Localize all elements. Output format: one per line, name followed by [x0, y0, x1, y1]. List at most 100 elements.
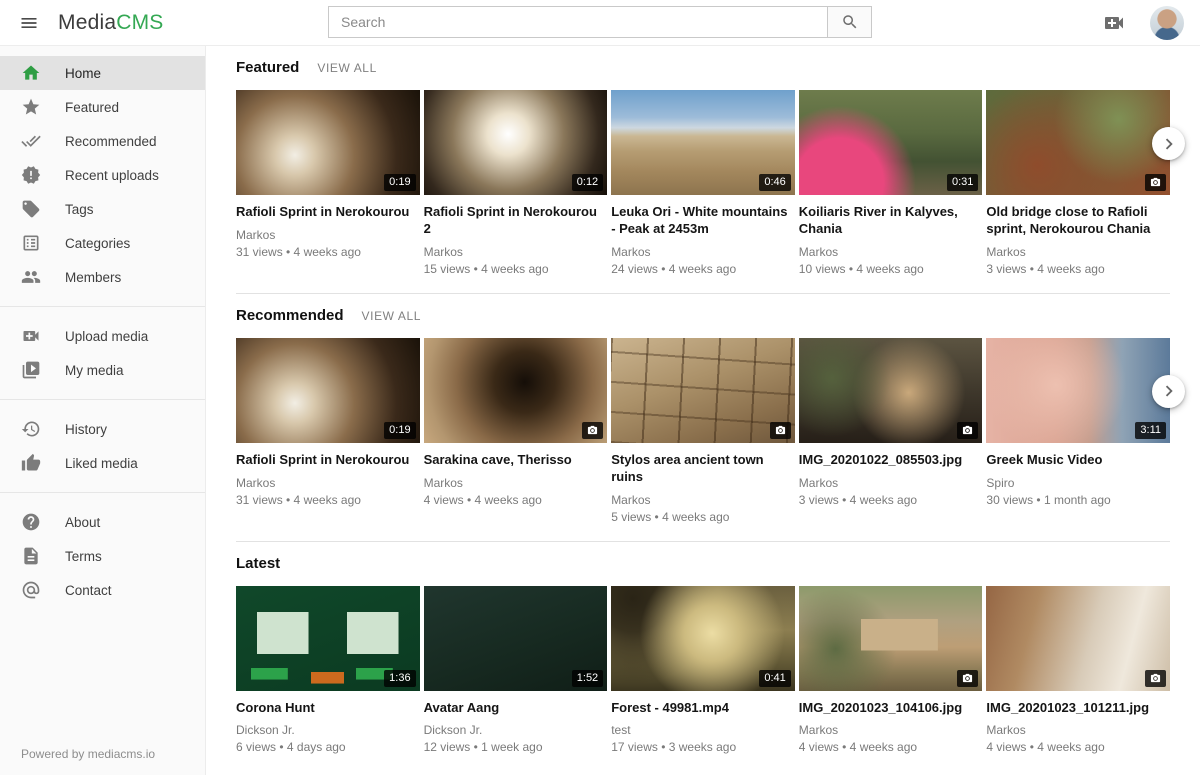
sidebar-item-label: Recent uploads — [65, 168, 159, 183]
media-views-date: 5 views • 4 weeks ago — [611, 510, 795, 524]
new-releases-icon — [21, 165, 41, 185]
media-title[interactable]: IMG_20201022_085503.jpg — [799, 452, 983, 469]
sidebar-item-home[interactable]: Home — [0, 56, 205, 90]
sidebar-item-terms[interactable]: Terms — [0, 539, 205, 573]
media-thumbnail[interactable]: 3:11 — [986, 338, 1170, 443]
sidebar-item-my-media[interactable]: My media — [0, 353, 205, 387]
image-badge — [1145, 174, 1166, 191]
cards-grid: 0:19Rafioli Sprint in NerokourouMarkos31… — [236, 338, 1170, 541]
media-thumbnail[interactable] — [986, 586, 1170, 691]
avatar[interactable] — [1150, 6, 1184, 40]
sidebar-item-categories[interactable]: Categories — [0, 226, 205, 260]
camera-icon — [587, 425, 598, 436]
image-badge — [1145, 670, 1166, 687]
media-card: Sarakina cave, TherissoMarkos4 views • 4… — [424, 338, 608, 541]
media-author[interactable]: Markos — [611, 493, 795, 507]
media-title[interactable]: IMG_20201023_101211.jpg — [986, 700, 1170, 717]
media-author[interactable]: test — [611, 723, 795, 737]
media-title[interactable]: Sarakina cave, Therisso — [424, 452, 608, 469]
sidebar-item-tags[interactable]: Tags — [0, 192, 205, 226]
logo-cms: CMS — [116, 11, 163, 34]
media-thumbnail[interactable] — [424, 338, 608, 443]
media-author[interactable]: Markos — [236, 228, 420, 242]
sidebar-item-history[interactable]: History — [0, 412, 205, 446]
media-views-date: 30 views • 1 month ago — [986, 493, 1170, 507]
search-button[interactable] — [827, 6, 872, 38]
sidebar-item-recent-uploads[interactable]: Recent uploads — [0, 158, 205, 192]
media-card: Old bridge close to Rafioli sprint, Nero… — [986, 90, 1170, 293]
media-title[interactable]: Leuka Ori - White mountains - Peak at 24… — [611, 204, 795, 238]
section-title: Featured — [236, 59, 299, 76]
view-all-link[interactable]: VIEW ALL — [317, 61, 377, 75]
media-author[interactable]: Markos — [611, 245, 795, 259]
duration-badge: 0:19 — [384, 174, 415, 191]
section-latest: Latest1:36Corona HuntDickson Jr.6 views … — [236, 542, 1170, 772]
upload-media-button[interactable] — [1102, 11, 1126, 35]
media-thumbnail[interactable]: 0:19 — [236, 338, 420, 443]
sidebar-item-featured[interactable]: Featured — [0, 90, 205, 124]
media-author[interactable]: Markos — [986, 245, 1170, 259]
duration-badge: 1:52 — [572, 670, 603, 687]
media-author[interactable]: Dickson Jr. — [424, 723, 608, 737]
sidebar-item-upload-media[interactable]: Upload media — [0, 319, 205, 353]
media-author[interactable]: Markos — [986, 723, 1170, 737]
media-thumbnail[interactable]: 0:46 — [611, 90, 795, 195]
image-badge — [582, 422, 603, 439]
media-thumbnail[interactable] — [799, 338, 983, 443]
media-author[interactable]: Markos — [236, 476, 420, 490]
media-thumbnail[interactable] — [986, 90, 1170, 195]
media-card: 1:36Corona HuntDickson Jr.6 views • 4 da… — [236, 586, 420, 772]
media-title[interactable]: Stylos area ancient town ruins — [611, 452, 795, 486]
sidebar-item-about[interactable]: About — [0, 505, 205, 539]
media-thumbnail[interactable]: 0:12 — [424, 90, 608, 195]
section-header: Featured VIEW ALL — [236, 59, 1170, 76]
sidebar-item-label: My media — [65, 363, 124, 378]
media-thumbnail[interactable] — [611, 338, 795, 443]
carousel-next-button[interactable] — [1152, 375, 1185, 408]
image-badge — [770, 422, 791, 439]
media-title[interactable]: Corona Hunt — [236, 700, 420, 717]
media-author[interactable]: Markos — [424, 476, 608, 490]
media-title[interactable]: Koiliaris River in Kalyves, Chania — [799, 204, 983, 238]
media-thumbnail[interactable]: 0:31 — [799, 90, 983, 195]
duration-badge: 0:46 — [759, 174, 790, 191]
sidebar-item-liked-media[interactable]: Liked media — [0, 446, 205, 480]
media-thumbnail[interactable] — [799, 586, 983, 691]
media-title[interactable]: Rafioli Sprint in Nerokourou 2 — [424, 204, 608, 238]
carousel-next-button[interactable] — [1152, 127, 1185, 160]
view-all-link[interactable]: VIEW ALL — [362, 309, 422, 323]
media-thumbnail[interactable]: 0:19 — [236, 90, 420, 195]
media-thumbnail[interactable]: 1:36 — [236, 586, 420, 691]
cards-grid: 0:19 Rafioli Sprint in Nerokourou Markos 31… — [236, 90, 1170, 293]
media-author[interactable]: Markos — [799, 245, 983, 259]
media-title[interactable]: Forest - 49981.mp4 — [611, 700, 795, 717]
media-author[interactable]: Dickson Jr. — [236, 723, 420, 737]
logo[interactable]: MediaCMS — [58, 11, 163, 35]
media-title[interactable]: Avatar Aang — [424, 700, 608, 717]
media-author[interactable]: Markos — [799, 476, 983, 490]
sidebar-item-members[interactable]: Members — [0, 260, 205, 294]
sidebar-item-contact[interactable]: Contact — [0, 573, 205, 607]
media-author[interactable]: Spiro — [986, 476, 1170, 490]
sidebar-item-label: Members — [65, 270, 121, 285]
menu-button[interactable] — [0, 0, 58, 46]
media-author[interactable]: Markos — [799, 723, 983, 737]
sidebar-item-label: Liked media — [65, 456, 138, 471]
media-views-date: 31 views • 4 weeks ago — [236, 245, 420, 259]
media-title[interactable]: Rafioli Sprint in Nerokourou — [236, 452, 420, 469]
media-title[interactable]: Greek Music Video — [986, 452, 1170, 469]
search-input[interactable] — [328, 6, 827, 38]
search-icon — [841, 13, 859, 31]
sidebar-divider — [0, 306, 205, 307]
cards-row: 1:36Corona HuntDickson Jr.6 views • 4 da… — [236, 586, 1170, 772]
media-title[interactable]: Old bridge close to Rafioli sprint, Nero… — [986, 204, 1170, 238]
media-title[interactable]: Rafioli Sprint in Nerokourou — [236, 204, 420, 221]
media-thumbnail[interactable]: 1:52 — [424, 586, 608, 691]
powered-by-link[interactable]: Powered by mediacms.io — [21, 747, 155, 761]
media-author[interactable]: Markos — [424, 245, 608, 259]
media-views-date: 12 views • 1 week ago — [424, 740, 608, 754]
media-title[interactable]: IMG_20201023_104106.jpg — [799, 700, 983, 717]
media-thumbnail[interactable]: 0:41 — [611, 586, 795, 691]
duration-badge: 0:31 — [947, 174, 978, 191]
sidebar-item-recommended[interactable]: Recommended — [0, 124, 205, 158]
